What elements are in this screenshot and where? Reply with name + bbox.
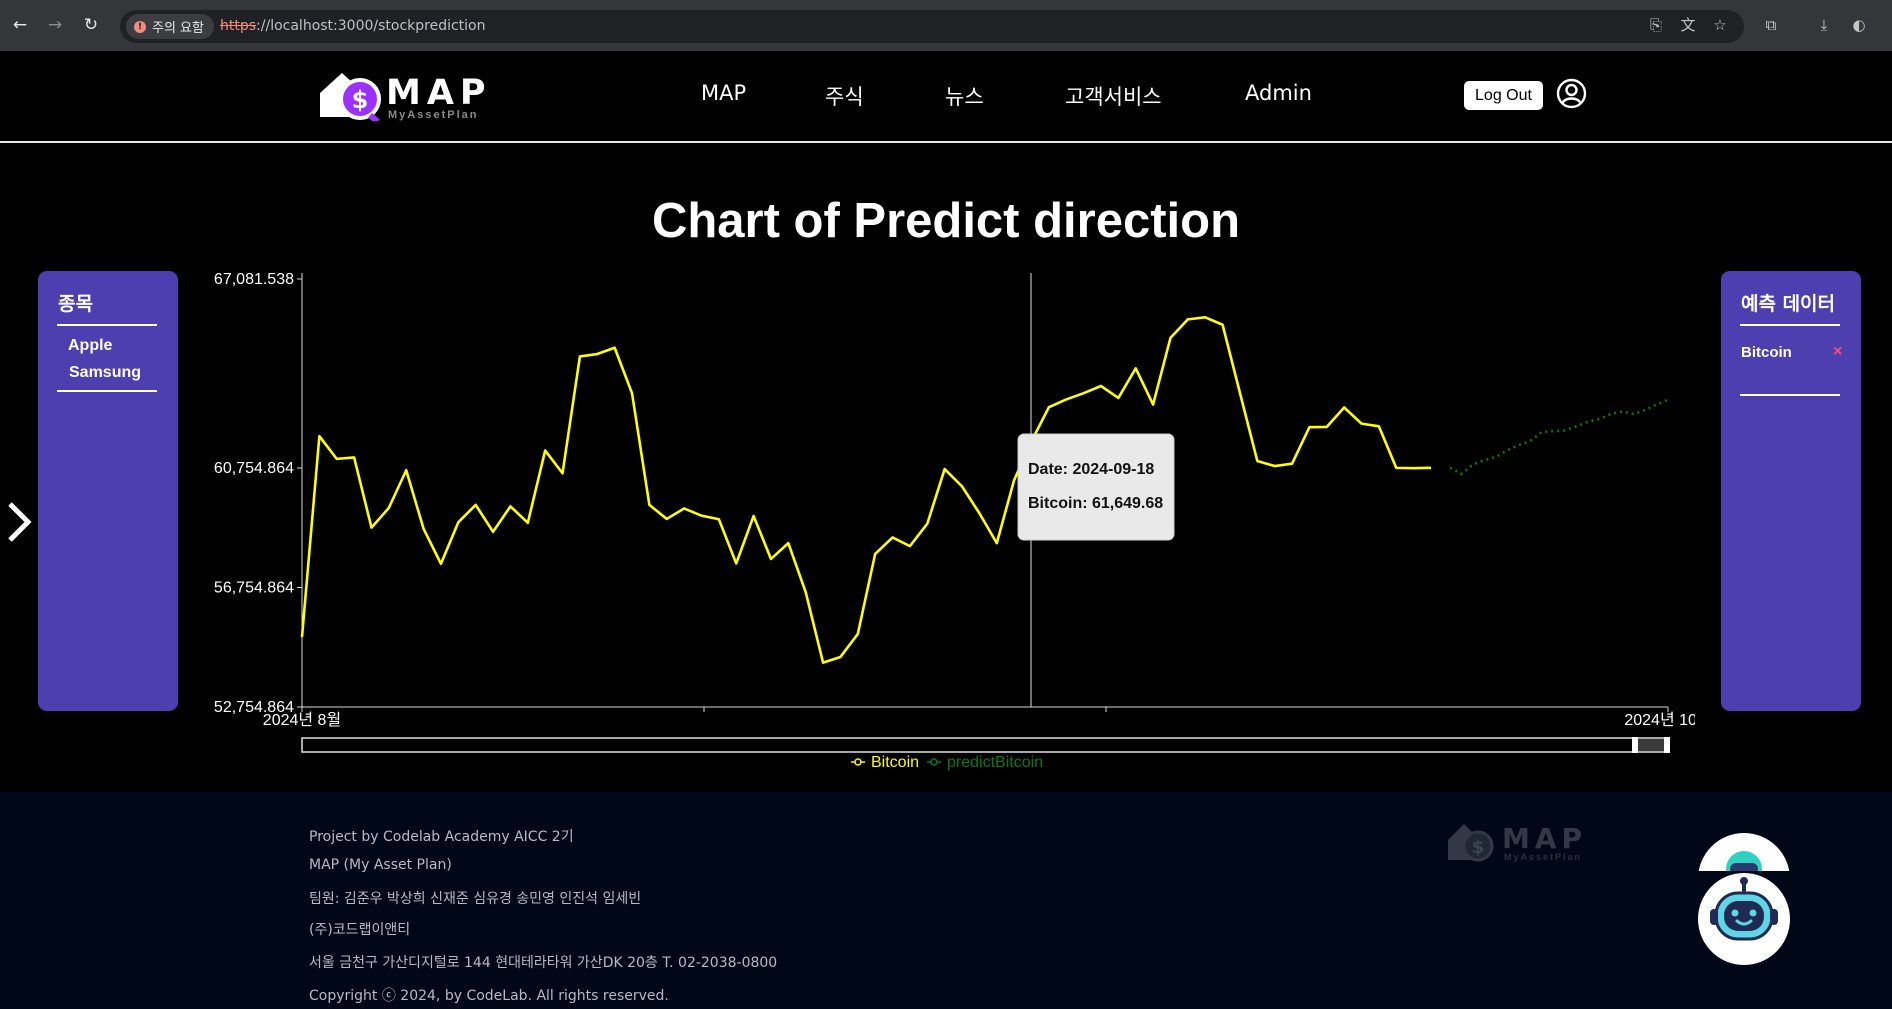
brush-handle	[1632, 737, 1638, 753]
browser-toolbar: ← → ↻ ! 주의 요함 https://localhost:3000/sto…	[0, 0, 1892, 51]
prediction-item-bitcoin[interactable]: Bitcoin	[1741, 344, 1792, 361]
bookmark-star-icon[interactable]: ☆	[1710, 15, 1730, 35]
user-profile-icon[interactable]	[1556, 78, 1587, 109]
chatbot-peek-icon[interactable]	[1696, 831, 1792, 871]
logout-button[interactable]: Log Out	[1464, 81, 1543, 110]
tooltip-date: Date: 2024-09-18	[1028, 461, 1154, 478]
brush-track	[301, 737, 1669, 753]
series-line-predictbitcoin	[1449, 398, 1669, 476]
back-icon[interactable]: ←	[9, 14, 31, 36]
site-logo[interactable]: $ MAP MyAssetPlan	[318, 69, 493, 125]
site-header: $ MAP MyAssetPlan MAP 주식 뉴스 고객서비스 Admin …	[0, 51, 1892, 143]
url-scheme: https	[220, 18, 257, 34]
chatbot-icon[interactable]	[1696, 873, 1792, 966]
brush-selection	[1635, 739, 1668, 751]
logo-subtext: MyAssetPlan	[388, 109, 479, 121]
remove-prediction-button[interactable]: ×	[1833, 343, 1842, 361]
url-path: ://localhost:3000/stockprediction	[256, 18, 486, 34]
svg-text:$: $	[1472, 837, 1485, 858]
nav-stocks[interactable]: 주식	[825, 81, 864, 111]
logo-text: MAP	[386, 73, 492, 113]
divider	[1740, 324, 1840, 326]
footer-app-name: MAP (My Asset Plan)	[309, 857, 452, 873]
tooltip-value: Bitcoin: 61,649.68	[1028, 495, 1163, 512]
logo-house-icon: $	[320, 73, 381, 125]
footer-team: 팀원: 김준우 박상희 신재준 심유경 송민영 인진석 임세빈	[309, 891, 642, 907]
chart-series	[300, 315, 1669, 664]
footer-address: 서울 금천구 가산디지털로 144 현대테라타워 가산DK 20층 T. 02-…	[309, 955, 778, 971]
nav-news[interactable]: 뉴스	[945, 81, 984, 111]
nav-map[interactable]: MAP	[701, 81, 746, 105]
prediction-chart[interactable]: 67,081.53860,754.86456,754.86452,754.864…	[205, 268, 1695, 774]
y-tick-label: 56,754.864	[214, 580, 294, 597]
legend-label: predictBitcoin	[947, 754, 1043, 771]
download-icon[interactable]: ⤓	[1814, 15, 1834, 35]
legend-label: Bitcoin	[871, 754, 919, 771]
prediction-panel: 예측 데이터 Bitcoin ×	[1721, 271, 1861, 711]
footer-project: Project by Codelab Academy AICC 2기	[309, 829, 574, 845]
footer: Project by Codelab Academy AICC 2기 MAP (…	[0, 792, 1892, 1009]
extensions-icon[interactable]: ⧉	[1761, 15, 1781, 35]
footer-logo-text: MAP	[1502, 822, 1586, 855]
nav-customer-service[interactable]: 고객서비스	[1065, 81, 1162, 111]
translate-icon[interactable]: 文	[1678, 15, 1698, 35]
series-line-bitcoin	[300, 315, 1432, 664]
nav-admin[interactable]: Admin	[1245, 81, 1312, 105]
install-app-icon[interactable]: ⎘	[1646, 15, 1666, 35]
url-text[interactable]: https://localhost:3000/stockprediction	[220, 18, 486, 34]
chart-legend: Bitcoin predictBitcoin	[851, 754, 1043, 771]
x-tick-label: 2024년 10월	[1624, 711, 1695, 729]
x-axis: 2024년 8월 2024년 10월	[263, 706, 1695, 729]
legend-marker	[854, 758, 862, 766]
reload-icon[interactable]: ↻	[80, 14, 102, 36]
footer-company: (주)코드랩이앤티	[309, 922, 411, 938]
divider	[1740, 394, 1840, 396]
y-axis: 67,081.53860,754.86456,754.86452,754.864	[214, 271, 303, 716]
brush-handle	[1664, 737, 1670, 753]
divider	[57, 324, 157, 326]
address-bar[interactable]: ! 주의 요함 https://localhost:3000/stockpred…	[120, 10, 1744, 43]
warning-icon: !	[134, 20, 146, 33]
footer-logo: $ MAP MyAssetPlan	[1446, 820, 1586, 869]
footer-logo-subtext: MyAssetPlan	[1504, 852, 1582, 862]
security-warning-chip[interactable]: ! 주의 요함	[126, 14, 214, 39]
stock-panel-title: 종목	[58, 293, 93, 315]
y-tick-label: 67,081.538	[214, 271, 294, 288]
chart-brush[interactable]	[301, 737, 1670, 753]
page-title: Chart of Predict direction	[651, 194, 1241, 248]
divider	[57, 390, 157, 392]
stock-item-apple[interactable]: Apple	[68, 337, 112, 355]
forward-icon[interactable]: →	[44, 14, 66, 36]
legend-marker	[930, 758, 938, 766]
stock-panel: 종목 Apple Samsung	[38, 271, 178, 711]
chart-tooltip: Date: 2024-09-18 Bitcoin: 61,649.68	[1017, 433, 1175, 541]
stock-item-samsung[interactable]: Samsung	[69, 364, 141, 382]
chevron-right-icon[interactable]	[4, 500, 34, 544]
prediction-panel-title: 예측 데이터	[1741, 293, 1836, 315]
security-warning-label: 주의 요함	[152, 21, 204, 36]
tooltip-box	[1017, 433, 1175, 541]
y-tick-label: 60,754.864	[214, 460, 294, 477]
x-tick-label: 2024년 8월	[263, 711, 341, 729]
svg-text:$: $	[352, 86, 369, 114]
footer-logo-icon: $ MAP MyAssetPlan	[1448, 822, 1586, 862]
profile-avatar-icon[interactable]: ◐	[1849, 15, 1869, 35]
footer-copyright: Copyright ⓒ 2024, by CodeLab. All rights…	[309, 988, 669, 1004]
